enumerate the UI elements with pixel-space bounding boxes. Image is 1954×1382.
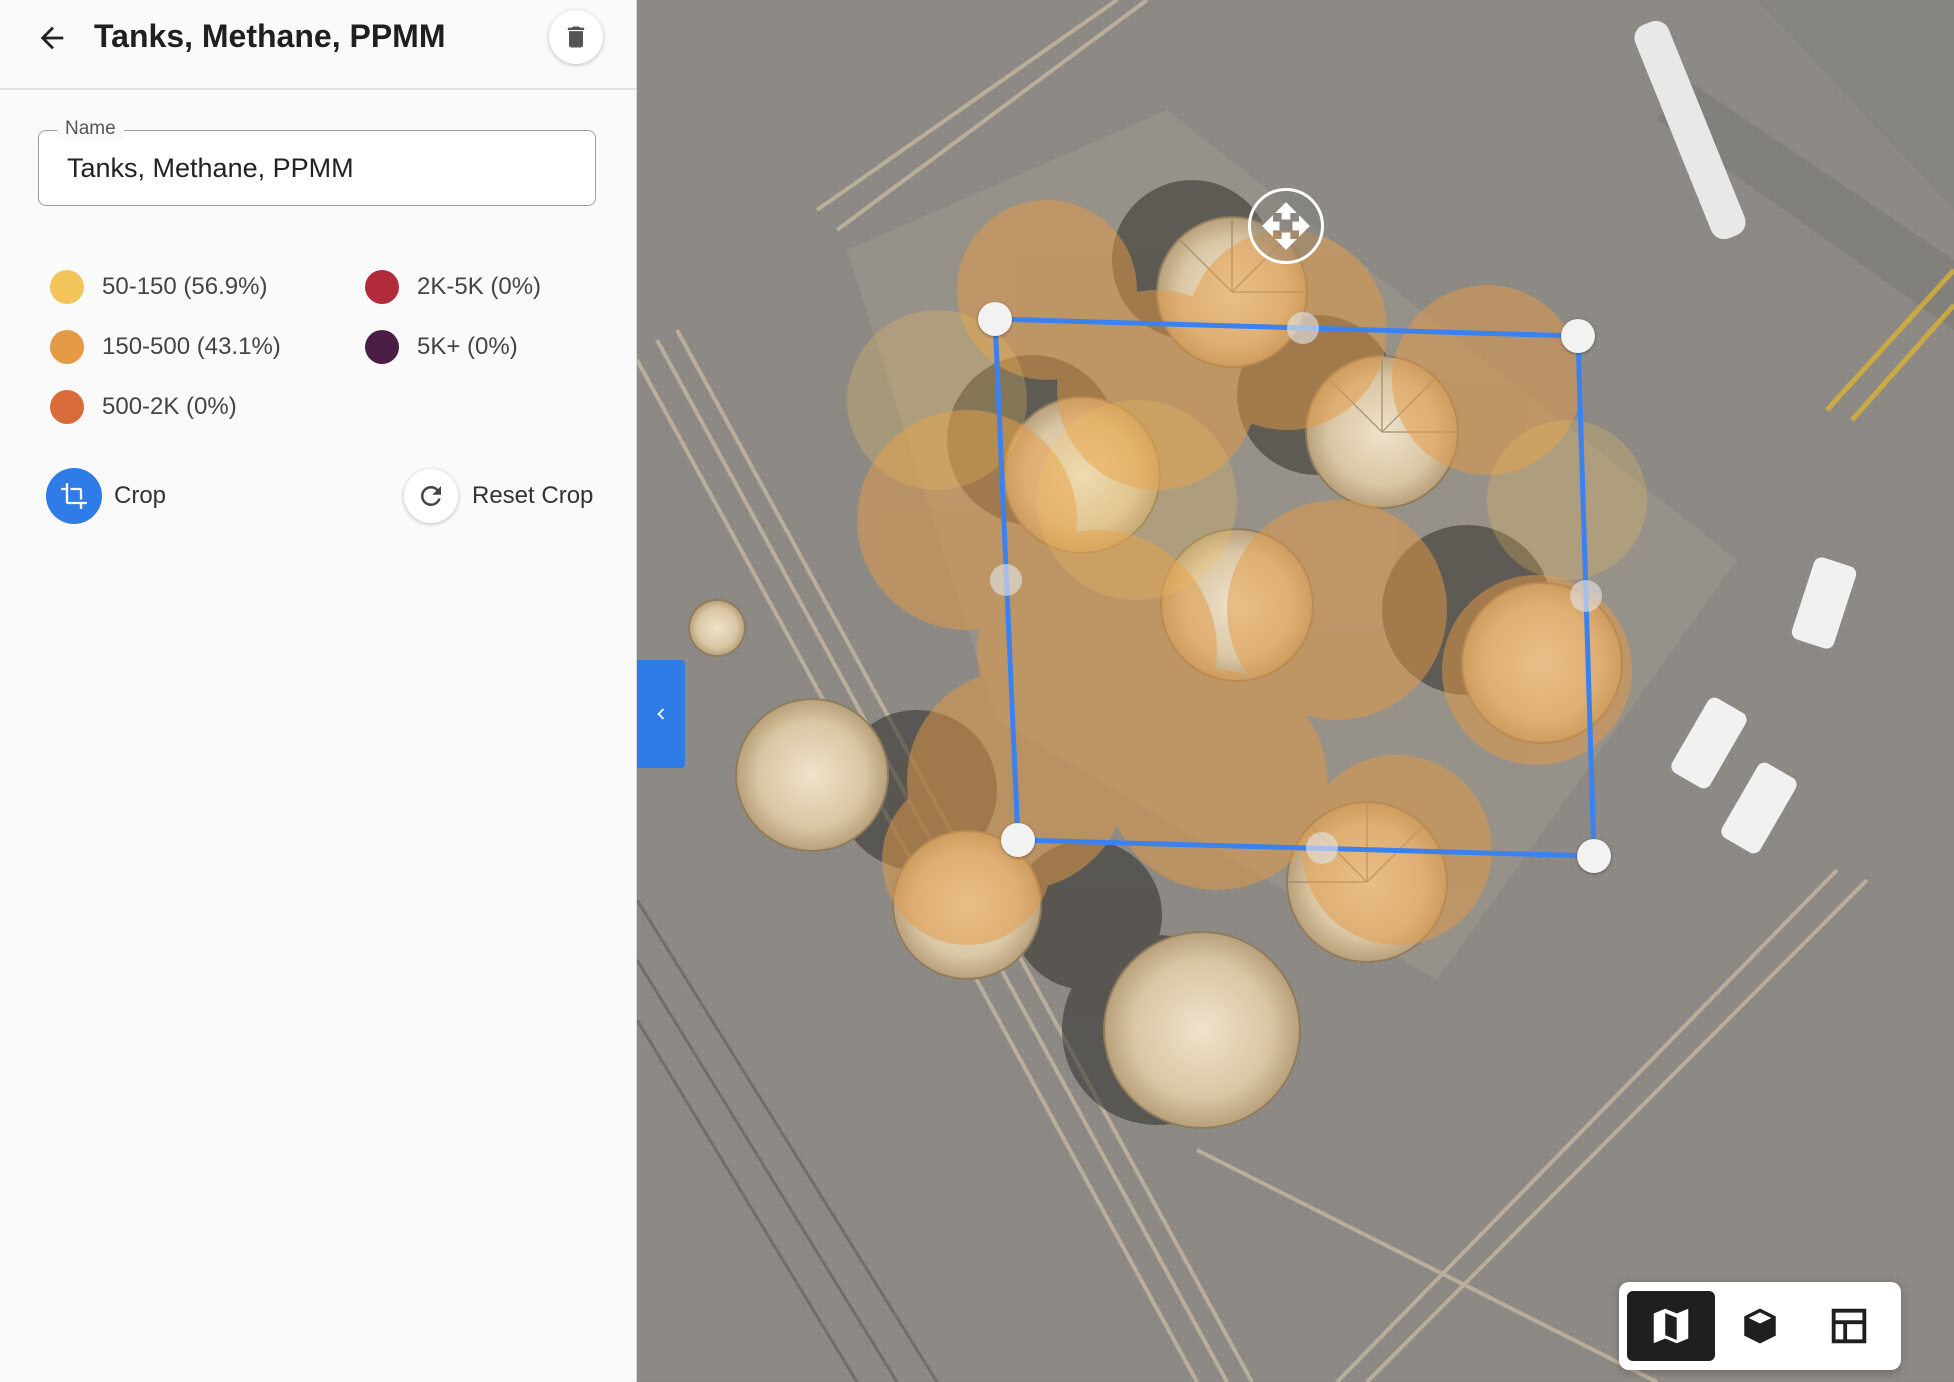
arrow-left-icon	[40, 26, 64, 50]
header: Tanks, Methane, PPMM	[0, 0, 636, 90]
legend-label: 150-500 (43.1%)	[102, 333, 281, 360]
crop-edge-handle-top[interactable]	[1287, 312, 1319, 344]
delete-button[interactable]	[549, 10, 603, 64]
legend-swatch	[365, 330, 399, 364]
legend-swatch	[50, 330, 84, 364]
sidebar: Tanks, Methane, PPMM Name 50-150 (56.9%)…	[0, 0, 637, 1382]
crop-corner-handle-top-left[interactable]	[978, 302, 1012, 336]
name-input[interactable]	[39, 131, 595, 205]
layout-icon	[1831, 1308, 1867, 1344]
legend-swatch	[50, 390, 84, 424]
legend-label: 5K+ (0%)	[417, 333, 518, 360]
legend-label: 500-2K (0%)	[102, 393, 237, 420]
legend-item-5k-plus: 5K+ (0%)	[365, 327, 518, 367]
back-button[interactable]	[28, 14, 76, 62]
map-view-button[interactable]	[1627, 1291, 1715, 1361]
crop-icon-wrap	[46, 468, 102, 524]
move-handle[interactable]	[1248, 188, 1324, 264]
crop-corner-handle-top-right[interactable]	[1561, 319, 1595, 353]
map-view[interactable]	[637, 0, 1954, 1382]
collapse-sidebar-button[interactable]	[637, 660, 685, 768]
legend-label: 2K-5K (0%)	[417, 273, 542, 300]
crop-edge-handle-bottom[interactable]	[1306, 832, 1338, 864]
trash-icon	[567, 26, 585, 48]
page-title: Tanks, Methane, PPMM	[94, 18, 446, 54]
legend-item-2k-5k: 2K-5K (0%)	[365, 267, 541, 307]
reset-crop-label: Reset Crop	[472, 482, 594, 509]
legend-item-150-500: 150-500 (43.1%)	[50, 327, 281, 367]
refresh-icon	[420, 486, 441, 506]
3d-view-button[interactable]	[1716, 1291, 1804, 1361]
legend-item-50-150: 50-150 (56.9%)	[50, 267, 267, 307]
crop-corner-handle-bottom-right[interactable]	[1577, 839, 1611, 873]
map-icon	[1653, 1308, 1689, 1344]
chevron-left-icon	[657, 708, 665, 720]
name-field[interactable]: Name	[38, 118, 596, 206]
reset-crop-button[interactable]: Reset Crop	[404, 466, 593, 526]
crop-icon	[61, 483, 87, 509]
legend-item-500-2k: 500-2K (0%)	[50, 387, 237, 427]
view-switcher	[1619, 1282, 1901, 1370]
legend-swatch	[365, 270, 399, 304]
cube-icon	[1744, 1308, 1776, 1344]
legend-swatch	[50, 270, 84, 304]
legend-label: 50-150 (56.9%)	[102, 273, 268, 300]
crop-edge-handle-right[interactable]	[1570, 580, 1602, 612]
crop-label: Crop	[114, 482, 167, 509]
crop-corner-handle-bottom-left[interactable]	[1001, 823, 1035, 857]
crop-edge-handle-left[interactable]	[990, 564, 1022, 596]
reset-icon-wrap	[404, 469, 458, 523]
crop-button[interactable]: Crop	[46, 466, 166, 526]
move-arrows-icon	[1262, 202, 1310, 250]
split-view-button[interactable]	[1805, 1291, 1893, 1361]
